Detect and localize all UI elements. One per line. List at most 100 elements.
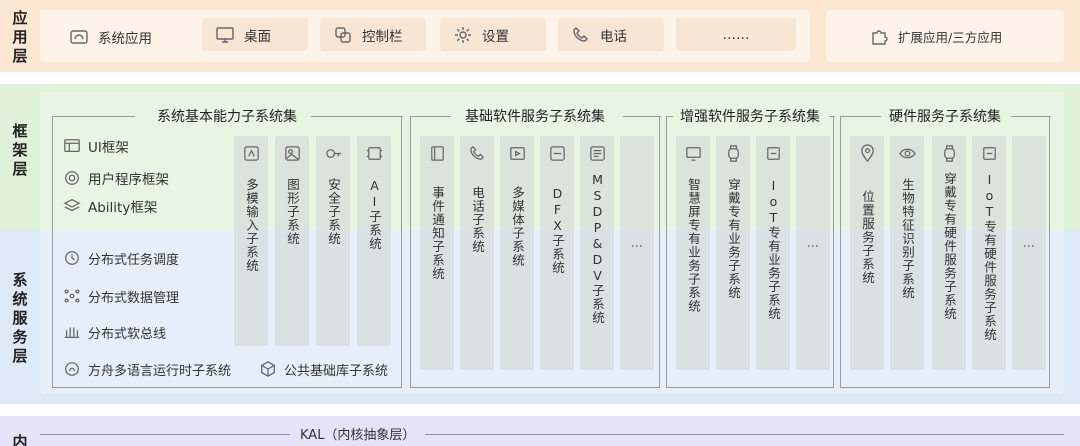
app-item-label: 电话 [600,28,627,45]
iot-icon [978,142,1000,164]
iot-icon [762,142,784,164]
system-item-label: 分布式软总线 [88,326,167,342]
more-dots: ⋮ [806,240,820,252]
more-dots: ⋮ [630,240,644,252]
framework-layer-label: 框 架 层 [0,120,40,180]
framework-item-label: Ability框架 [88,200,158,216]
label-char: 架 [12,140,28,159]
phone-icon [466,142,488,164]
framework-item-label: 用户程序框架 [88,172,169,188]
desktop-item: 桌面 [202,18,308,51]
bottom-item-label: 公共基础库子系统 [284,363,389,379]
label-char: 层 [12,346,28,365]
subsystem-label: 穿戴专有硬件服务子系统 [942,172,957,321]
ui-framework-item: UI框架 [62,136,129,156]
multimodal-input-icon [240,142,262,164]
dfx-icon [546,142,568,164]
msdp-icon [586,142,608,164]
group-title: 硬件服务子系统集 [889,109,1001,125]
subsystem-column: 位置服务子系统 [850,136,884,370]
label-char: 框 [12,121,28,140]
watch-icon [722,142,744,164]
subsystem-column: 智慧屏专有业务子系统 [676,136,710,370]
subsystem-column: IoT专有业务子系统 [756,136,790,370]
group-title: 基础软件服务子系统集 [465,109,605,125]
subsystem-label: 安全子系统 [326,178,341,246]
subsystem-column: IoT专有硬件服务子系统 [972,136,1006,370]
subsystem-label: 多媒体子系统 [510,186,525,267]
softbus-icon [62,322,82,342]
app-item-label: 系统应用 [98,30,152,47]
subsystem-column: DFX子系统 [540,136,574,370]
key-icon [322,142,344,164]
subsystem-column-more: ⋮ [620,136,654,370]
subsystem-label: 生物特征识别子系统 [900,178,915,300]
smart-screen-icon [682,142,704,164]
kernel-layer-band [0,416,1080,446]
system-item-label: 分布式任务调度 [88,252,180,268]
label-char: 应 [12,8,28,27]
phone-item: 电话 [558,18,664,51]
system-item-label: 分布式数据管理 [88,290,180,306]
label-char: 务 [12,327,28,346]
label-char: 层 [12,46,28,65]
subsystem-label: 穿戴专有业务子系统 [726,178,741,300]
kal-divider [40,434,1064,435]
app-item-label: 扩展应用/三方应用 [898,30,1003,45]
system-service-layer-label: 系 统 服 务 层 [0,268,40,368]
user-program-framework-item: 用户程序框架 [62,168,169,188]
app-item-label: 控制栏 [362,28,403,45]
control-bar-icon [332,24,354,46]
subsystem-column-more: ⋮ [796,136,830,370]
group-title: 系统基本能力子系统集 [157,109,297,125]
label-char: 统 [12,289,28,308]
location-pin-icon [856,142,878,164]
more-apps-item: …… [676,18,796,51]
framework-item-label: UI框架 [88,140,129,156]
label-char: 系 [12,270,28,289]
user-program-icon [62,168,82,188]
subsystem-label: 电话子系统 [470,186,485,254]
subsystem-label: 智慧屏专有业务子系统 [686,178,701,313]
graphics-icon [281,142,303,164]
layers-icon [62,196,82,216]
subsystem-label: IoT专有硬件服务子系统 [982,172,997,342]
cube-icon [258,359,278,379]
kernel-layer-label: 内 [0,432,40,446]
gear-icon [452,24,474,46]
label-char: 用 [12,27,28,46]
media-icon [506,142,528,164]
runtime-icon [62,359,82,379]
phone-icon [570,24,592,46]
subsystem-column: 电话子系统 [460,136,494,370]
app-item-label: …… [722,26,750,43]
label-char: 内 [12,432,28,446]
subsystem-label: IoT专有业务子系统 [766,178,781,321]
system-app-item: 系统应用 [56,20,196,53]
subsystem-label: 图形子系统 [285,178,300,246]
subsystem-column: 穿戴专有硬件服务子系统 [932,136,966,370]
biometric-eye-icon [896,142,918,164]
extension-app-item: 扩展应用/三方应用 [856,20,1056,53]
kal-label: KAL（内核抽象层） [290,424,426,443]
data-network-icon [62,286,82,306]
label-char: 层 [12,159,28,178]
bottom-item-label: 方舟多语言运行时子系统 [88,363,232,379]
settings-item: 设置 [440,18,546,51]
subsystem-column: AI子系统 [357,136,391,346]
subsystem-label: AI子系统 [367,178,382,251]
notification-icon [426,142,448,164]
app-item-label: 设置 [482,28,509,45]
common-base-library-item: 公共基础库子系统 [258,359,388,379]
system-app-icon [68,26,90,48]
distributed-task-item: 分布式任务调度 [62,248,179,268]
subsystem-column: 安全子系统 [316,136,350,346]
distributed-softbus-item: 分布式软总线 [62,322,166,342]
group-title: 增强软件服务子系统集 [680,109,820,125]
subsystem-column: 穿戴专有业务子系统 [716,136,750,370]
subsystem-label: DFX子系统 [550,186,565,275]
subsystem-column: MSDP&DV子系统 [580,136,614,370]
watch-icon [938,142,960,164]
control-bar-item: 控制栏 [320,18,426,51]
subsystem-column-more: ⋮ [1012,136,1046,370]
